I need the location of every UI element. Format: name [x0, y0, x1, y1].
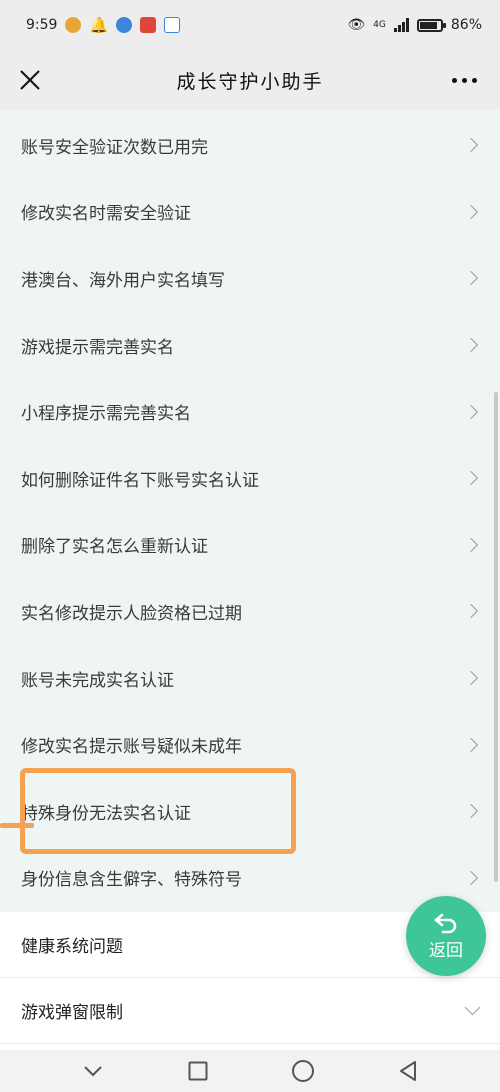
list-item-label: 账号安全验证次数已用完	[21, 137, 208, 158]
chevron-right-icon	[463, 737, 479, 752]
list-item-label: 游戏提示需完善实名	[21, 337, 174, 358]
list-item[interactable]: 账号安全验证次数已用完	[0, 112, 500, 179]
category-game-popup[interactable]: 游戏弹窗限制	[0, 978, 500, 1044]
list-item-label: 特殊身份无法实名认证	[21, 803, 191, 824]
list-item-label: 实名修改提示人脸资格已过期	[21, 603, 242, 624]
network-label: 4G	[373, 20, 386, 30]
eye-icon: 👁	[347, 17, 366, 33]
chevron-right-icon	[463, 804, 479, 819]
title-bar: 成长守护小助手	[0, 50, 500, 110]
battery-icon	[416, 18, 446, 32]
chevron-right-icon	[463, 671, 479, 686]
back-button-label: 返回	[429, 940, 463, 961]
highlight-marker	[0, 823, 34, 828]
chevron-right-icon	[463, 604, 479, 619]
list-item[interactable]: 如何删除证件名下账号实名认证	[0, 445, 500, 512]
chevron-right-icon	[463, 471, 479, 486]
faq-list: 账号安全验证次数已用完 修改实名时需安全验证 港澳台、海外用户实名填写 游戏提示…	[0, 110, 500, 912]
nav-back-button[interactable]	[388, 1051, 428, 1091]
weibo-icon	[65, 17, 82, 33]
chevron-down-icon	[83, 1066, 102, 1077]
list-item-label: 港澳台、海外用户实名填写	[21, 270, 225, 291]
chevron-right-icon	[463, 271, 479, 286]
app-icon	[140, 17, 157, 33]
more-icon-dot	[471, 77, 477, 83]
list-item[interactable]: 实名修改提示人脸资格已过期	[0, 578, 500, 645]
list-item[interactable]: 账号未完成实名认证	[0, 645, 500, 712]
category-label: 游戏弹窗限制	[21, 1003, 123, 1023]
square-icon	[188, 1061, 207, 1081]
chevron-down-icon	[464, 999, 481, 1016]
status-bar: 9:59 🔔 👁 4G 86%	[0, 0, 500, 50]
more-button[interactable]	[444, 62, 484, 98]
list-item-label: 身份信息含生僻字、特殊符号	[21, 870, 242, 891]
qq-icon: 🔔	[89, 16, 109, 34]
list-item[interactable]: 修改实名时需安全验证	[0, 179, 500, 246]
chevron-right-icon	[463, 537, 479, 552]
scrollbar[interactable]	[494, 392, 498, 882]
navigation-bar	[0, 1050, 500, 1092]
list-item[interactable]: 港澳台、海外用户实名填写	[0, 245, 500, 312]
status-time: 9:59	[26, 17, 58, 33]
nav-collapse-button[interactable]	[73, 1051, 113, 1091]
back-arrow-icon	[434, 913, 457, 933]
browser-icon	[116, 17, 133, 33]
list-item[interactable]: 特殊身份无法实名认证	[0, 778, 500, 845]
chevron-right-icon	[463, 870, 479, 885]
chevron-right-icon	[463, 204, 479, 219]
list-item-label: 修改实名提示账号疑似未成年	[21, 737, 242, 758]
list-item-label: 小程序提示需完善实名	[21, 404, 191, 425]
list-item[interactable]: 游戏提示需完善实名	[0, 312, 500, 379]
nav-recents-button[interactable]	[178, 1051, 218, 1091]
bilibili-icon	[164, 17, 181, 33]
signal-icon	[393, 18, 409, 32]
list-item[interactable]: 修改实名提示账号疑似未成年	[0, 711, 500, 778]
list-item-label: 修改实名时需安全验证	[21, 204, 191, 225]
list-item-label: 删除了实名怎么重新认证	[21, 537, 208, 558]
back-button[interactable]: 返回	[406, 896, 486, 976]
list-item[interactable]: 小程序提示需完善实名	[0, 378, 500, 445]
chevron-right-icon	[463, 138, 479, 153]
more-icon-dot	[451, 77, 457, 83]
circle-icon	[291, 1060, 314, 1082]
nav-home-button[interactable]	[283, 1051, 323, 1091]
close-icon	[20, 70, 40, 90]
triangle-back-icon	[399, 1061, 416, 1081]
list-item-label: 账号未完成实名认证	[21, 670, 174, 691]
chevron-right-icon	[463, 404, 479, 419]
list-item-label: 如何删除证件名下账号实名认证	[21, 470, 259, 491]
list-item[interactable]: 删除了实名怎么重新认证	[0, 512, 500, 579]
page-title: 成长守护小助手	[176, 70, 324, 93]
close-button[interactable]	[12, 62, 48, 98]
chevron-right-icon	[463, 338, 479, 353]
more-icon-dot	[461, 77, 467, 83]
battery-level: 86%	[450, 17, 482, 33]
